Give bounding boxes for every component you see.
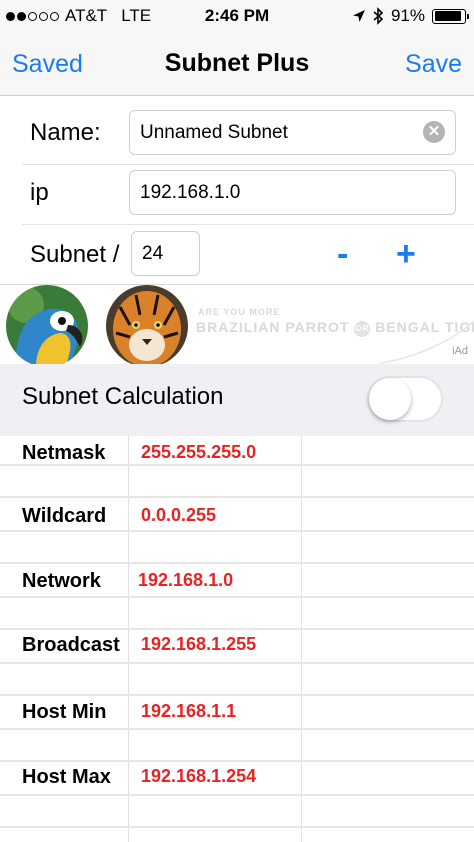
- broadcast-label: Broadcast: [22, 634, 120, 656]
- host-max-value: 192.168.1.254: [141, 766, 257, 786]
- subnet-prefix-field[interactable]: 24: [131, 231, 200, 276]
- host-min-value: 192.168.1.1: [141, 701, 237, 721]
- name-value: Unnamed Subnet: [140, 121, 288, 143]
- battery-fill: [434, 11, 461, 21]
- ip-label: ip: [30, 179, 49, 206]
- host-max-label: Host Max: [22, 766, 111, 788]
- wildcard-value: 0.0.0.255: [141, 505, 217, 525]
- row-divider: [0, 728, 474, 730]
- ip-value: 192.168.1.0: [140, 181, 241, 203]
- host-min-label: Host Min: [22, 701, 107, 723]
- page-title: Subnet Plus: [164, 49, 310, 77]
- row-divider: [0, 628, 474, 630]
- row-divider: [0, 530, 474, 532]
- toggle-knob: [369, 378, 411, 420]
- row-divider: [0, 760, 474, 762]
- row-divider: [0, 794, 474, 796]
- row-divider: [0, 694, 474, 696]
- subnet-row: Subnet / 24 - +: [0, 225, 474, 284]
- ad-option-a: BRAZILIAN PARROT: [196, 319, 350, 335]
- iad-badge: iAd: [452, 345, 468, 357]
- decrement-button[interactable]: -: [337, 237, 348, 271]
- netmask-label: Netmask: [22, 442, 106, 464]
- status-bar: AT&T LTE 2:46 PM 91%: [0, 0, 474, 34]
- save-button[interactable]: Save: [405, 50, 462, 79]
- ip-field[interactable]: 192.168.1.0: [129, 170, 456, 215]
- broadcast-value: 192.168.1.255: [141, 634, 257, 654]
- navigation-bar: Saved Subnet Plus Save: [0, 34, 474, 96]
- tiger-image: [106, 285, 188, 364]
- row-divider: [0, 662, 474, 664]
- name-label: Name:: [30, 119, 101, 146]
- wildcard-label: Wildcard: [22, 505, 107, 527]
- status-right: 91%: [352, 6, 469, 26]
- row-divider: [0, 826, 474, 828]
- row-divider: [0, 562, 474, 564]
- ad-tagline: ARE YOU MORE: [198, 307, 281, 317]
- ad-banner[interactable]: ARE YOU MORE BRAZILIAN PARROT OR BENGAL …: [0, 284, 474, 364]
- subnet-calculation-toggle[interactable]: [367, 376, 443, 422]
- ip-row: ip 192.168.1.0: [0, 165, 474, 225]
- network-label: Network: [22, 570, 101, 592]
- subnet-calculation-header: Subnet Calculation: [0, 364, 474, 436]
- battery-percent: 91%: [390, 6, 425, 25]
- netmask-value: 255.255.255.0: [141, 442, 257, 462]
- network-value: 192.168.1.0: [138, 570, 234, 590]
- name-row: Name: Unnamed Subnet ✕: [0, 96, 474, 168]
- name-field[interactable]: Unnamed Subnet ✕: [129, 110, 456, 155]
- row-divider: [0, 496, 474, 498]
- parrot-image: [6, 285, 88, 364]
- subnet-label: Subnet /: [30, 241, 120, 268]
- results-table: Netmask 255.255.255.0 Wildcard 0.0.0.255…: [0, 436, 474, 842]
- row-divider: [0, 596, 474, 598]
- ad-or-badge: OR: [354, 321, 371, 337]
- increment-button[interactable]: +: [396, 237, 416, 271]
- subnet-calculation-title: Subnet Calculation: [22, 383, 224, 410]
- clear-icon[interactable]: ✕: [423, 121, 445, 143]
- battery-icon: [432, 8, 469, 24]
- subnet-prefix-value: 24: [142, 242, 164, 264]
- bluetooth-icon: [373, 7, 384, 25]
- battery-cap: [467, 13, 469, 19]
- location-arrow-icon: [352, 10, 365, 22]
